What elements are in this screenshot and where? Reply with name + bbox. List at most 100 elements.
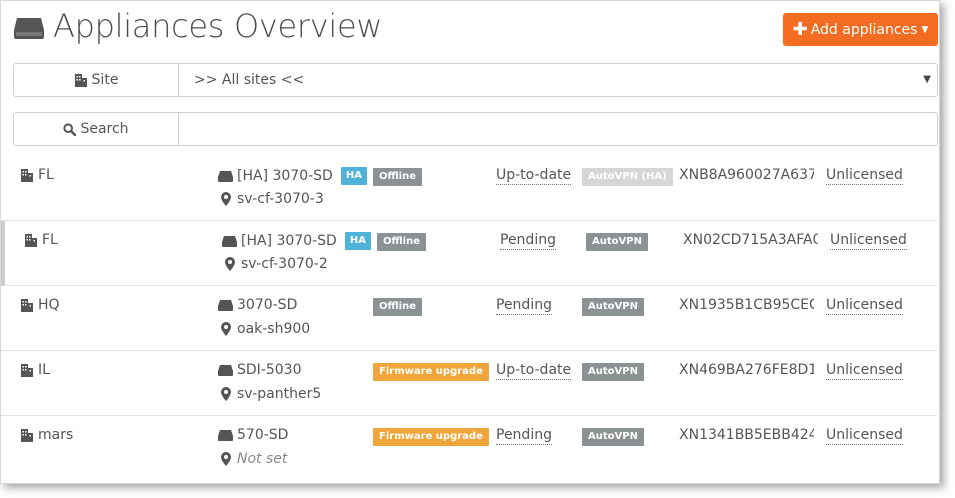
- update-status-cell[interactable]: Up-to-date: [496, 362, 572, 380]
- license-status[interactable]: Unlicensed: [826, 362, 903, 380]
- building-icon: [24, 233, 38, 247]
- license-cell[interactable]: Unlicensed: [826, 362, 903, 380]
- location-cell: sv-panther5: [221, 386, 321, 402]
- serial-cell: XN1341BB5EBB4241: [679, 427, 814, 443]
- update-status[interactable]: Up-to-date: [496, 167, 572, 185]
- network-cell[interactable]: HQ: [20, 297, 60, 313]
- network-name: IL: [38, 362, 50, 378]
- update-status-cell[interactable]: Pending: [500, 232, 556, 250]
- location-cell: Not set: [221, 451, 287, 467]
- appliances-panel: Appliances Overview ✚ Add appliances ▼ S…: [0, 0, 940, 484]
- update-status[interactable]: Pending: [496, 427, 552, 445]
- update-status-cell[interactable]: Pending: [496, 427, 552, 445]
- license-cell[interactable]: Unlicensed: [826, 167, 903, 185]
- network-cell[interactable]: IL: [20, 362, 50, 378]
- vpn-badge: AutoVPN: [582, 298, 644, 316]
- license-cell[interactable]: Unlicensed: [826, 297, 903, 315]
- network-cell[interactable]: FL: [24, 232, 58, 248]
- network-name: FL: [38, 167, 54, 183]
- location-cell: sv-cf-3070-3: [221, 191, 324, 207]
- search-label: Search: [80, 121, 129, 137]
- vpn-badge: AutoVPN: [586, 233, 648, 251]
- model-name: [HA] 3070-SD: [241, 233, 337, 249]
- page-title: Appliances Overview: [53, 7, 383, 45]
- ha-badge: HA: [344, 232, 371, 250]
- appliance-icon: [218, 429, 233, 441]
- model-cell[interactable]: [HA] 3070-SD HA: [222, 232, 371, 250]
- appliance-row[interactable]: HQ 3070-SD oak-sh900 Offline Pending Aut…: [1, 286, 937, 351]
- model-cell[interactable]: [HA] 3070-SD HA: [218, 167, 367, 185]
- add-appliances-button[interactable]: ✚ Add appliances ▼: [783, 13, 938, 46]
- status-badge: Offline: [373, 298, 422, 316]
- building-icon: [20, 428, 34, 442]
- site-select[interactable]: >> All sites << ▼: [179, 64, 937, 96]
- appliance-row[interactable]: FL [HA] 3070-SD HA sv-cf-3070-2 Offline …: [1, 221, 937, 286]
- site-filter: Site >> All sites << ▼: [13, 63, 938, 97]
- location-name: sv-panther5: [237, 386, 322, 402]
- map-pin-icon: [221, 387, 231, 401]
- model-name: 570-SD: [237, 427, 289, 443]
- appliance-row[interactable]: IL SDI-5030 sv-panther5 Firmware upgrade…: [1, 351, 937, 416]
- location-cell: sv-cf-3070-2: [225, 256, 328, 272]
- status-badge-cell: Firmware upgrade: [373, 363, 489, 381]
- status-badge: Firmware upgrade: [373, 428, 489, 446]
- vpn-badge-cell: AutoVPN: [582, 298, 644, 316]
- serial-cell: XNB8A960027A6373: [679, 167, 814, 183]
- license-status[interactable]: Unlicensed: [826, 297, 903, 315]
- plus-icon: ✚: [792, 18, 808, 40]
- appliance-icon: [218, 364, 233, 376]
- network-name: mars: [38, 427, 74, 443]
- model-cell[interactable]: SDI-5030: [218, 362, 301, 378]
- serial-cell: XN02CD715A3AFA08: [683, 232, 818, 248]
- update-status-cell[interactable]: Up-to-date: [496, 167, 572, 185]
- building-icon: [20, 168, 34, 182]
- appliance-row[interactable]: mars 570-SD Not set Firmware upgrade Pen…: [1, 416, 937, 481]
- status-badge: Firmware upgrade: [373, 363, 489, 381]
- license-status[interactable]: Unlicensed: [830, 232, 907, 250]
- license-status[interactable]: Unlicensed: [826, 167, 903, 185]
- update-status[interactable]: Up-to-date: [496, 362, 572, 380]
- network-cell[interactable]: FL: [20, 167, 54, 183]
- search-icon: [63, 122, 77, 136]
- license-cell[interactable]: Unlicensed: [830, 232, 907, 250]
- search-input[interactable]: [179, 113, 937, 145]
- license-status[interactable]: Unlicensed: [826, 427, 903, 445]
- serial-number: XNB8A960027A637: [679, 167, 814, 183]
- location-name: sv-cf-3070-2: [241, 256, 328, 272]
- appliance-icon: [222, 235, 237, 247]
- vpn-badge-cell: AutoVPN (HA): [582, 168, 673, 186]
- building-icon: [74, 73, 88, 87]
- site-select-value: >> All sites <<: [194, 72, 305, 88]
- site-label: Site: [91, 72, 119, 88]
- location-name: Not set: [237, 451, 288, 467]
- license-cell[interactable]: Unlicensed: [826, 427, 903, 445]
- map-pin-icon: [221, 452, 231, 466]
- appliance-row[interactable]: FL [HA] 3070-SD HA sv-cf-3070-3 Offline …: [1, 156, 937, 221]
- model-name: [HA] 3070-SD: [237, 168, 333, 184]
- network-name: HQ: [38, 297, 60, 313]
- location-cell: oak-sh900: [221, 321, 310, 337]
- status-badge-cell: Firmware upgrade: [373, 428, 489, 446]
- caret-down-icon: ▼: [921, 24, 929, 35]
- network-cell[interactable]: mars: [20, 427, 73, 443]
- vpn-badge-cell: AutoVPN: [582, 363, 644, 381]
- model-cell[interactable]: 3070-SD: [218, 297, 297, 313]
- serial-number: XN02CD715A3AFA0: [683, 232, 818, 248]
- appliance-icon: [218, 299, 233, 311]
- serial-number: XN1935B1CB95CEC: [679, 297, 814, 313]
- site-label-cell: Site: [14, 64, 179, 96]
- vpn-badge-cell: AutoVPN: [582, 428, 644, 446]
- update-status-cell[interactable]: Pending: [496, 297, 552, 315]
- vpn-badge-cell: AutoVPN: [586, 233, 648, 251]
- update-status[interactable]: Pending: [500, 232, 556, 250]
- add-appliances-label: Add appliances: [810, 21, 918, 38]
- update-status[interactable]: Pending: [496, 297, 552, 315]
- appliance-list: FL [HA] 3070-SD HA sv-cf-3070-3 Offline …: [1, 156, 937, 481]
- search-filter: Search: [13, 112, 938, 146]
- vpn-badge: AutoVPN: [582, 363, 644, 381]
- model-cell[interactable]: 570-SD: [218, 427, 288, 443]
- chevron-down-icon: ▼: [923, 74, 931, 85]
- building-icon: [20, 363, 34, 377]
- appliance-icon: [218, 170, 233, 182]
- ha-badge: HA: [340, 167, 367, 185]
